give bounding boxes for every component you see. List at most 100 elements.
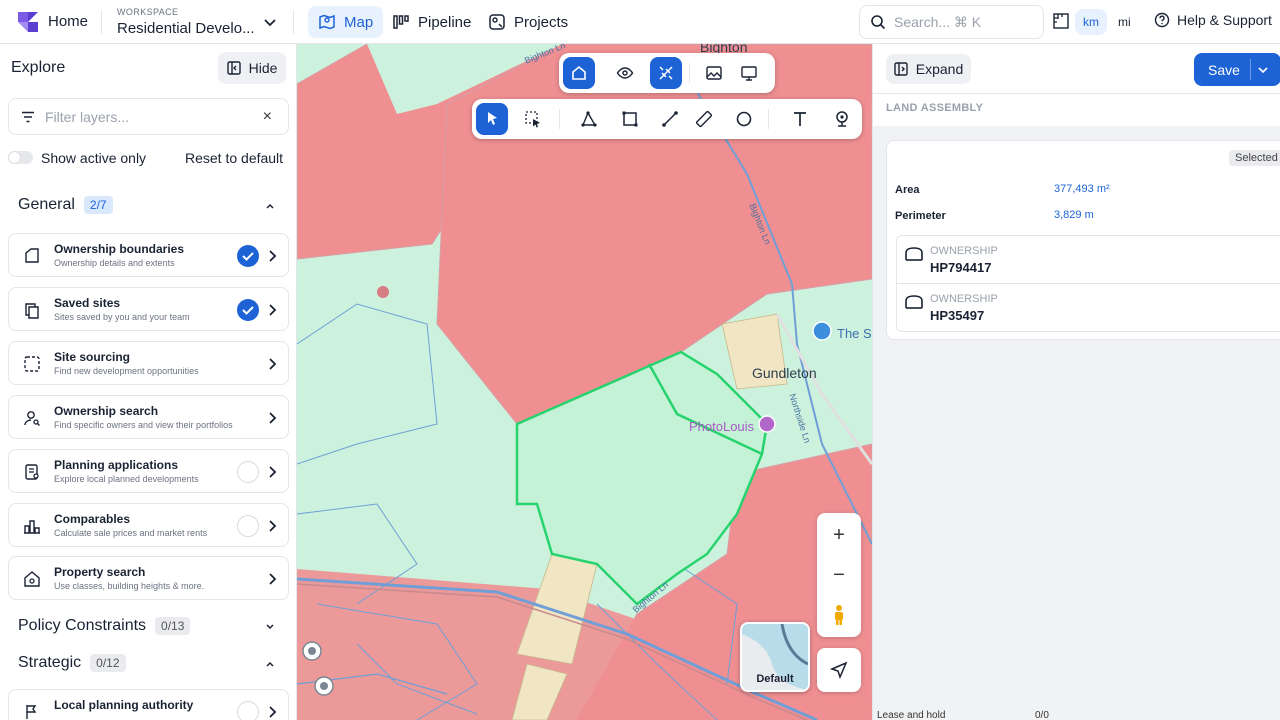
visibility-button[interactable] bbox=[609, 57, 641, 89]
layer-checkbox[interactable] bbox=[237, 515, 259, 537]
circle-tool-button[interactable] bbox=[728, 103, 760, 135]
section-count-badge: 0/12 bbox=[90, 654, 126, 672]
box-select-tool-button[interactable] bbox=[517, 103, 549, 135]
text-tool-button[interactable] bbox=[784, 103, 816, 135]
map-canvas[interactable]: Bighton Gundleton PhotoLouis The S Bight… bbox=[297, 44, 872, 720]
app-logo-icon[interactable] bbox=[14, 8, 42, 36]
layer-title: Property search bbox=[54, 565, 146, 579]
chevron-right-icon[interactable] bbox=[267, 465, 277, 479]
expand-panel-button[interactable]: Expand bbox=[886, 54, 971, 84]
layer-subtitle: Find specific owners and view their port… bbox=[54, 420, 233, 430]
section-title: General bbox=[18, 196, 75, 213]
ownership-item[interactable]: OWNERSHIP HP35497 bbox=[896, 283, 1280, 332]
toolbar-separator bbox=[689, 63, 690, 83]
zoom-in-button[interactable]: + bbox=[817, 515, 861, 555]
clear-filter-icon[interactable]: × bbox=[263, 108, 272, 126]
layer-card-ownership-boundaries[interactable]: Ownership boundaries Ownership details a… bbox=[8, 233, 289, 277]
show-active-label: Show active only bbox=[41, 150, 147, 166]
layer-card-property-search[interactable]: Property search Use classes, building he… bbox=[8, 556, 289, 600]
top-bar: Home WORKSPACE Residential Develo... Map… bbox=[0, 0, 1280, 44]
layer-subtitle: Explore local planned developments bbox=[54, 474, 199, 484]
nav-pipeline-label: Pipeline bbox=[418, 13, 472, 31]
check-icon bbox=[242, 252, 254, 261]
nav-projects[interactable]: Projects bbox=[478, 6, 578, 38]
chevron-down-icon[interactable] bbox=[264, 621, 276, 633]
save-button[interactable]: Save bbox=[1194, 53, 1280, 86]
poi-label[interactable]: PhotoLouis bbox=[689, 419, 754, 434]
basemap-switcher[interactable]: Default bbox=[740, 622, 810, 692]
view-toolbar bbox=[559, 53, 775, 93]
nav-map[interactable]: Map bbox=[308, 6, 384, 38]
search-input[interactable]: Search... ⌘ K bbox=[859, 5, 1044, 39]
street-view-button[interactable] bbox=[817, 595, 861, 635]
chevron-right-icon[interactable] bbox=[267, 357, 277, 371]
layer-card-ownership-search[interactable]: Ownership search Find specific owners an… bbox=[8, 395, 289, 439]
cursor-icon bbox=[488, 112, 497, 125]
polygon-tool-button[interactable] bbox=[573, 103, 605, 135]
image-button[interactable] bbox=[698, 57, 730, 89]
section-strategic[interactable]: Strategic 0/12 bbox=[18, 654, 126, 672]
workspace-name[interactable]: Residential Develo... bbox=[117, 20, 255, 37]
nav-pipeline[interactable]: Pipeline bbox=[382, 6, 481, 38]
marker-tool-button[interactable] bbox=[826, 103, 858, 135]
home-view-button[interactable] bbox=[563, 57, 595, 89]
selected-badge: Selected bbox=[1229, 150, 1280, 166]
chevron-right-icon[interactable] bbox=[267, 303, 277, 317]
draw-tools-button[interactable] bbox=[650, 57, 682, 89]
layer-card-site-sourcing[interactable]: Site sourcing Find new development oppor… bbox=[8, 341, 289, 385]
chevron-down-icon[interactable] bbox=[1257, 64, 1269, 76]
help-icon bbox=[1154, 12, 1170, 28]
cut-off-label: Lease and hold bbox=[877, 710, 946, 720]
unit-mi-button[interactable]: mi bbox=[1110, 9, 1139, 35]
layer-checkbox[interactable] bbox=[237, 701, 259, 720]
layer-card-comparables[interactable]: Comparables Calculate sale prices and ma… bbox=[8, 503, 289, 547]
section-policy-constraints[interactable]: Policy Constraints 0/13 bbox=[18, 617, 191, 635]
section-title: LAND ASSEMBLY bbox=[886, 102, 984, 114]
chevron-right-icon[interactable] bbox=[267, 411, 277, 425]
rectangle-tool-button[interactable] bbox=[614, 103, 646, 135]
layer-card-saved-sites[interactable]: Saved sites Sites saved by you and your … bbox=[8, 287, 289, 331]
search-placeholder: Search... ⌘ K bbox=[894, 13, 982, 30]
chevron-right-icon[interactable] bbox=[267, 572, 277, 586]
monitor-icon bbox=[741, 66, 757, 81]
chevron-up-icon[interactable] bbox=[264, 200, 276, 212]
hide-panel-button[interactable]: Hide bbox=[218, 52, 286, 84]
locate-me-button[interactable] bbox=[817, 648, 861, 692]
check-icon bbox=[242, 306, 254, 315]
chevron-down-icon[interactable] bbox=[262, 14, 278, 30]
filter-layers-input[interactable]: Filter layers... × bbox=[8, 98, 289, 135]
layer-card-planning-applications[interactable]: Planning applications Explore local plan… bbox=[8, 449, 289, 493]
ownership-item[interactable]: OWNERSHIP HP794417 bbox=[896, 235, 1280, 284]
layer-checkbox[interactable] bbox=[237, 461, 259, 483]
pipeline-icon bbox=[393, 15, 409, 29]
layer-checkbox[interactable] bbox=[237, 299, 259, 321]
line-icon bbox=[662, 111, 678, 127]
section-general[interactable]: General 2/7 bbox=[18, 196, 113, 214]
image-icon bbox=[706, 66, 722, 80]
layer-title: Site sourcing bbox=[54, 350, 131, 364]
planning-authority-icon bbox=[26, 705, 37, 719]
home-link[interactable]: Home bbox=[48, 13, 88, 30]
help-support-link[interactable]: Help & Support bbox=[1154, 12, 1272, 28]
select-tool-button[interactable] bbox=[476, 103, 508, 135]
unit-km-button[interactable]: km bbox=[1075, 9, 1107, 35]
line-tool-button[interactable] bbox=[654, 103, 686, 135]
nav-map-label: Map bbox=[344, 13, 374, 31]
zoom-out-button[interactable]: − bbox=[817, 555, 861, 595]
chevron-right-icon[interactable] bbox=[267, 519, 277, 533]
pencil-ruler-icon bbox=[659, 66, 673, 80]
measure-tool-button[interactable] bbox=[688, 103, 720, 135]
poi-label[interactable]: The S bbox=[837, 326, 872, 341]
chevron-right-icon[interactable] bbox=[267, 705, 277, 719]
search-icon bbox=[871, 15, 886, 30]
show-active-toggle[interactable] bbox=[8, 151, 33, 164]
chevron-up-icon[interactable] bbox=[264, 658, 276, 670]
reset-default-link[interactable]: Reset to default bbox=[185, 150, 283, 166]
home-icon bbox=[572, 65, 586, 80]
ownership-title-number: HP35497 bbox=[930, 308, 985, 323]
place-label: Gundleton bbox=[752, 365, 817, 381]
layer-card-local-planning-authority[interactable]: Local planning authority bbox=[8, 689, 289, 720]
chevron-right-icon[interactable] bbox=[267, 249, 277, 263]
layer-checkbox[interactable] bbox=[237, 245, 259, 267]
present-button[interactable] bbox=[733, 57, 765, 89]
